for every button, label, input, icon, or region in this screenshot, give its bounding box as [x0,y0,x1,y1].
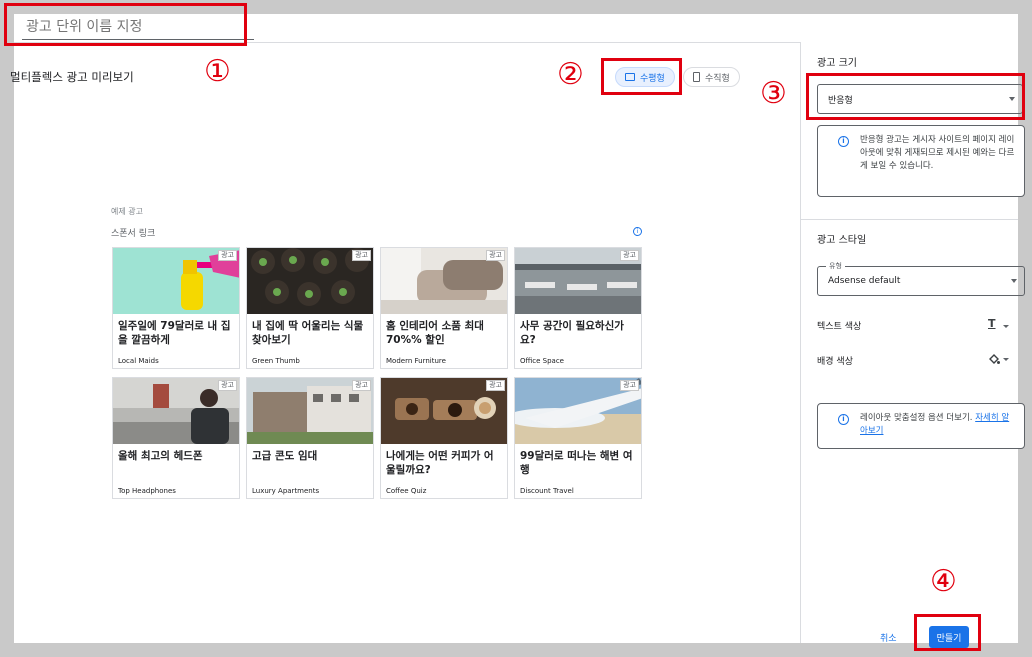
ad-source: Discount Travel [520,487,574,495]
horizontal-orientation-button[interactable]: 수평형 [615,67,675,87]
ad-headline: 일주일에 79달러로 내 집을 깔끔하게 [118,320,231,346]
ad-headline: 내 집에 딱 어울리는 식물 찾아보기 [252,320,364,346]
ad-badge: 광고 [620,380,639,391]
ad-card[interactable]: 광고 고급 콘도 임대 Luxury Apartments [246,377,374,499]
sponsored-links-label: 스폰서 링크 [111,229,156,239]
info-icon[interactable]: i [633,227,642,236]
ad-style-label: 광고 스타일 [817,235,867,246]
fill-bucket-icon [989,354,1000,364]
ad-size-select[interactable]: 반응형 [817,84,1023,114]
annotation-number-1: ① [204,54,231,89]
ad-source: Coffee Quiz [386,487,427,495]
ad-size-info-box: i 반응형 광고는 게시자 사이트의 페이지 레이아웃에 맞춰 게재되므로 제시… [817,125,1025,197]
info-icon: i [838,414,849,425]
ad-unit-name-input[interactable] [22,14,254,40]
chevron-down-icon [1009,97,1015,101]
ad-card[interactable]: 광고 내 집에 딱 어울리는 식물 찾아보기 Green Thumb [246,247,374,369]
ad-headline: 99달러로 떠나는 해변 여행 [520,450,633,476]
ad-source: Top Headphones [118,487,176,495]
ad-size-value: 반응형 [828,95,853,106]
ad-headline: 올해 최고의 헤드폰 [118,450,203,462]
ad-source: Luxury Apartments [252,487,320,495]
apartments-image: 광고 [247,378,373,444]
text-color-label: 텍스트 색상 [817,322,862,332]
cancel-button[interactable]: 취소 [880,631,897,644]
vertical-orientation-label: 수직형 [705,73,730,84]
text-color-picker[interactable]: T [986,317,1009,333]
chevron-down-icon [1003,358,1009,361]
annotation-number-3: ③ [760,76,787,111]
ad-card[interactable]: 광고 올해 최고의 헤드폰 Top Headphones [112,377,240,499]
layout-info-text: 레이아웃 맞춤설정 옵션 더보기. [860,413,973,423]
ad-badge: 광고 [352,380,371,391]
ad-badge: 광고 [352,250,371,261]
ad-size-info-text: 반응형 광고는 게시자 사이트의 페이지 레이아웃에 맞춰 게재되므로 제시된 … [860,135,1015,171]
ad-card[interactable]: 광고 사무 공간이 필요하신가요? Office Space [514,247,642,369]
bg-color-label: 배경 색상 [817,357,853,367]
ad-badge: 광고 [620,250,639,261]
vertical-layout-icon [693,72,700,82]
annotation-number-4: ④ [930,564,957,599]
ad-headline: 나에게는 어떤 커피가 어울릴까요? [386,450,494,476]
ad-source: Modern Furniture [386,357,446,365]
horizontal-orientation-label: 수평형 [640,73,665,84]
ad-badge: 광고 [218,380,237,391]
vertical-orientation-button[interactable]: 수직형 [683,67,740,87]
ad-badge: 광고 [486,250,505,261]
header-divider [14,42,800,43]
plants-image: 광고 [247,248,373,314]
chevron-down-icon [1011,279,1017,283]
text-color-icon: T [988,317,996,330]
ad-source: Green Thumb [252,357,300,365]
ad-card[interactable]: 광고 홈 인테리어 소품 최대 70%% 할인 Modern Furniture [380,247,508,369]
sample-ad-label: 예제 광고 [111,207,143,216]
ad-headline: 홈 인테리어 소품 최대 70%% 할인 [386,320,484,346]
horizontal-layout-icon [625,73,635,81]
headphones-image: 광고 [113,378,239,444]
settings-divider [800,219,1018,220]
ad-size-label: 광고 크기 [817,58,857,69]
ad-card[interactable]: 광고 나에게는 어떤 커피가 어울릴까요? Coffee Quiz [380,377,508,499]
info-icon: i [838,136,849,147]
ad-style-select[interactable]: 유형 Adsense default [817,261,1025,296]
style-select-value: Adsense default [828,276,901,286]
style-select-label: 유형 [826,261,845,271]
annotation-number-2: ② [557,57,584,92]
ad-source: Local Maids [118,357,159,365]
ad-source: Office Space [520,357,564,365]
ad-card[interactable]: 광고 99달러로 떠나는 해변 여행 Discount Travel [514,377,642,499]
ad-badge: 광고 [218,250,237,261]
preview-title: 멀티플렉스 광고 미리보기 [10,70,134,84]
ad-badge: 광고 [486,380,505,391]
pillows-image: 광고 [381,248,507,314]
bg-color-picker[interactable] [986,352,1009,366]
coffee-image: 광고 [381,378,507,444]
cleaning-spray-image: 광고 [113,248,239,314]
travel-image: 광고 [515,378,641,444]
ad-preview-grid: 광고 일주일에 79달러로 내 집을 깔끔하게 Local Maids 광고 내… [112,247,642,499]
ad-headline: 고급 콘도 임대 [252,450,318,462]
ad-card[interactable]: 광고 일주일에 79달러로 내 집을 깔끔하게 Local Maids [112,247,240,369]
ad-headline: 사무 공간이 필요하신가요? [520,320,624,346]
panel-divider [800,42,801,643]
chevron-down-icon [1003,325,1009,328]
create-button[interactable]: 만들기 [929,626,969,648]
create-ad-unit-dialog: 멀티플렉스 광고 미리보기 수평형 수직형 예제 광고 스폰서 링크 i 광고 … [10,14,1025,644]
layout-info-box: i 레이아웃 맞춤설정 옵션 더보기. 자세히 알아보기 [817,403,1025,449]
office-image: 광고 [515,248,641,314]
